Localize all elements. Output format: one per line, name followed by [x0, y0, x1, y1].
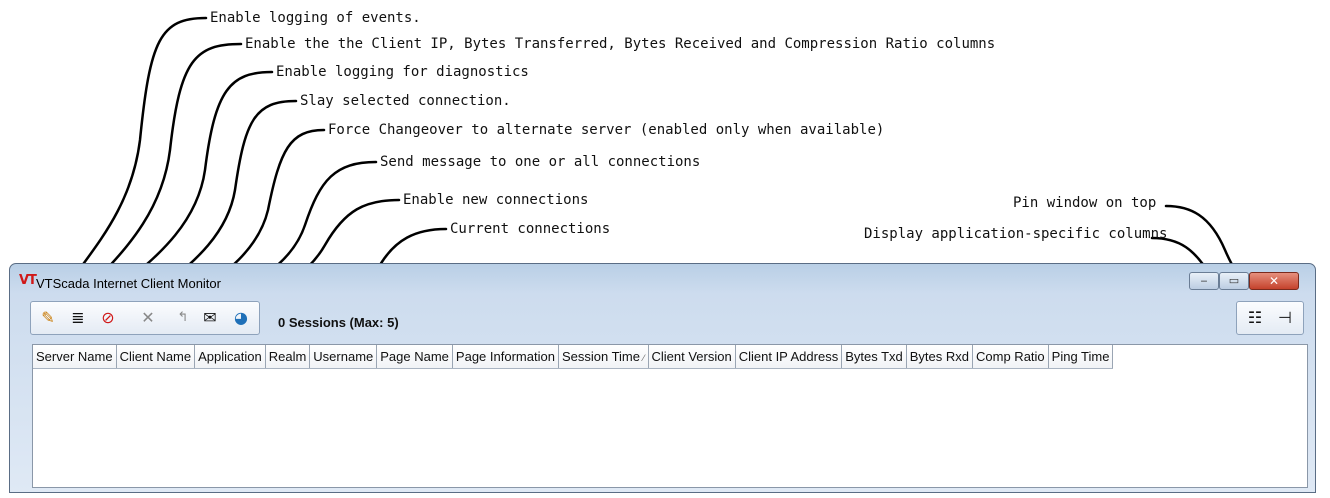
callout-force-changeover: Force Changeover to alternate server (en…	[328, 122, 885, 138]
send-message-button[interactable]: ✉	[198, 307, 222, 329]
close-button[interactable]: ✕	[1249, 272, 1299, 290]
col-client-ip[interactable]: Client IP Address	[736, 345, 843, 368]
changeover-icon: ↰	[177, 310, 189, 325]
callout-enable-network-columns: Enable the the Client IP, Bytes Transfer…	[245, 36, 996, 52]
col-ping-time[interactable]: Ping Time	[1049, 345, 1114, 368]
col-session-time-label: Session Time	[561, 349, 640, 364]
callout-enable-diagnostics: Enable logging for diagnostics	[276, 64, 529, 80]
col-bytes-rxd[interactable]: Bytes Rxd	[907, 345, 974, 368]
diagnostics-button[interactable]: ⊘	[96, 307, 120, 329]
diagnostics-icon: ⊘	[101, 308, 115, 327]
maximize-icon: ▭	[1228, 274, 1240, 287]
event-log-icon: ✎	[41, 308, 55, 327]
session-count: 0 Sessions (Max: 5)	[278, 315, 399, 330]
col-server-name[interactable]: Server Name	[33, 345, 117, 368]
app-columns-icon: ☷	[1247, 308, 1263, 327]
sort-indicator-icon: ⁄	[642, 353, 645, 363]
callout-enable-event-logging: Enable logging of events.	[210, 10, 421, 26]
callout-current-connections: Current connections	[450, 221, 611, 237]
client-monitor-window: VT VTScada Internet Client Monitor ‒ ▭ ✕…	[9, 263, 1316, 493]
app-columns-button[interactable]: ☷	[1243, 307, 1267, 329]
minimize-icon: ‒	[1200, 274, 1208, 287]
callout-pin-window: Pin window on top	[1013, 195, 1157, 211]
minimize-button[interactable]: ‒	[1189, 272, 1219, 290]
callout-slay-connection: Slay selected connection.	[300, 93, 511, 109]
col-page-name[interactable]: Page Name	[377, 345, 453, 368]
app-logo: VT	[19, 273, 37, 288]
grid-header: Server Name Client Name Application Real…	[33, 345, 1114, 369]
columns-icon: ≣	[71, 308, 85, 327]
connections-grid[interactable]: Server Name Client Name Application Real…	[32, 344, 1308, 488]
new-connections-button[interactable]: ◕	[229, 307, 253, 329]
message-icon: ✉	[203, 308, 217, 327]
col-session-time[interactable]: Session Time ⁄	[559, 345, 649, 368]
changeover-button[interactable]: ↰	[171, 307, 195, 329]
close-icon: ✕	[1268, 274, 1280, 288]
col-client-name[interactable]: Client Name	[117, 345, 196, 368]
toolbar-right: ☷ ⊣	[1236, 301, 1304, 335]
slay-connection-button[interactable]: ✕	[136, 307, 160, 329]
callout-app-columns: Display application-specific columns	[864, 226, 1168, 242]
col-realm[interactable]: Realm	[266, 345, 311, 368]
title-bar[interactable]: VT VTScada Internet Client Monitor ‒ ▭ ✕	[10, 264, 1315, 294]
slay-icon: ✕	[141, 308, 155, 327]
col-bytes-txd[interactable]: Bytes Txd	[842, 345, 907, 368]
col-client-version[interactable]: Client Version	[649, 345, 736, 368]
maximize-button[interactable]: ▭	[1219, 272, 1249, 290]
col-comp-ratio[interactable]: Comp Ratio	[973, 345, 1049, 368]
event-log-button[interactable]: ✎	[36, 307, 60, 329]
new-connections-icon: ◕	[234, 308, 248, 327]
pin-window-button[interactable]: ⊣	[1273, 307, 1297, 329]
col-page-information[interactable]: Page Information	[453, 345, 559, 368]
pin-icon: ⊣	[1278, 308, 1292, 327]
window-title: VTScada Internet Client Monitor	[36, 276, 221, 291]
columns-toggle-button[interactable]: ≣	[66, 307, 90, 329]
col-application[interactable]: Application	[195, 345, 266, 368]
col-username[interactable]: Username	[310, 345, 378, 368]
callout-enable-new-connections: Enable new connections	[403, 192, 589, 208]
toolbar-left: ✎ ≣ ⊘ ✕ ↰ ✉ ◕	[30, 301, 260, 335]
callout-send-message: Send message to one or all connections	[380, 154, 701, 170]
